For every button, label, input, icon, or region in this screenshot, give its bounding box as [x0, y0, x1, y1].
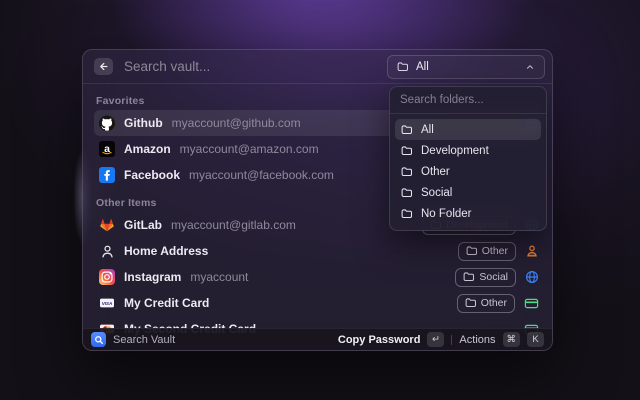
- item-subtitle: myaccount: [190, 270, 248, 284]
- folder-filter-button[interactable]: All: [387, 55, 545, 79]
- search-header: All: [83, 50, 552, 84]
- folder-badge: Social: [455, 268, 516, 287]
- folder-search-input[interactable]: [390, 87, 546, 114]
- cmd-key-badge: ⌘: [503, 332, 521, 347]
- status-bar: Search Vault Copy Password ↵ Actions ⌘ K: [83, 328, 552, 350]
- folder-option[interactable]: All: [395, 119, 541, 140]
- folder-icon: [401, 124, 413, 136]
- amazon-icon: a: [99, 141, 115, 157]
- instagram-icon: [99, 269, 115, 285]
- card-icon: [524, 296, 539, 311]
- search-vault-window: All FavoritesGithubmyaccount@github.coma…: [82, 49, 553, 351]
- folder-option-label: Other: [421, 166, 450, 178]
- folder-dropdown: All Development Other Social No Folder: [389, 86, 547, 231]
- folder-badge: Other: [458, 242, 516, 261]
- folder-option[interactable]: Other: [395, 161, 541, 182]
- folder-filter-value: All: [416, 61, 518, 73]
- search-input[interactable]: [122, 58, 387, 75]
- list-item[interactable]: Instagram myaccount Social: [94, 264, 544, 290]
- folder-badge-label: Other: [481, 297, 507, 309]
- item-title: My Credit Card: [124, 296, 209, 310]
- folder-icon: [397, 61, 409, 73]
- item-subtitle: myaccount@gitlab.com: [171, 218, 296, 232]
- folder-icon: [401, 166, 413, 178]
- back-button[interactable]: [94, 58, 113, 75]
- item-subtitle: myaccount@github.com: [172, 116, 301, 130]
- footer-search-label: Search Vault: [113, 334, 331, 346]
- folder-option[interactable]: No Folder: [395, 203, 541, 224]
- gitlab-icon: [99, 217, 115, 233]
- item-title: Home Address: [124, 244, 208, 258]
- folder-option-label: Development: [421, 145, 489, 157]
- chevron-up-icon: [525, 62, 535, 72]
- k-key-badge: K: [527, 332, 544, 347]
- item-subtitle: myaccount@facebook.com: [189, 168, 334, 182]
- footer-separator: [451, 335, 452, 345]
- list-item[interactable]: Home Address Other: [94, 238, 544, 264]
- copy-password-button[interactable]: Copy Password: [338, 334, 421, 346]
- item-subtitle: myaccount@amazon.com: [180, 142, 319, 156]
- actions-button[interactable]: Actions: [459, 334, 495, 346]
- folder-badge: Other: [457, 294, 515, 313]
- arrow-left-icon: [98, 61, 109, 72]
- enter-key-badge: ↵: [427, 332, 444, 347]
- folder-option[interactable]: Social: [395, 182, 541, 203]
- item-title: Github: [124, 116, 163, 130]
- globe-icon: [525, 270, 539, 284]
- search-launcher-tile: [91, 332, 106, 347]
- visa-icon: VISA: [99, 295, 115, 311]
- search-icon: [94, 335, 104, 345]
- folder-options-list: All Development Other Social No Folder: [390, 114, 546, 230]
- svg-text:VISA: VISA: [102, 301, 112, 306]
- folder-badge-label: Social: [479, 271, 508, 283]
- folder-icon: [466, 245, 478, 257]
- list-item[interactable]: VISA My Credit Card Other: [94, 290, 544, 316]
- facebook-icon: [99, 167, 115, 183]
- folder-badge-label: Other: [482, 245, 508, 257]
- folder-icon: [463, 271, 475, 283]
- folder-icon: [401, 187, 413, 199]
- folder-icon: [465, 297, 477, 309]
- person-orange-icon: [525, 244, 539, 258]
- folder-option-label: Social: [421, 187, 452, 199]
- folder-icon: [401, 208, 413, 220]
- github-icon: [99, 115, 115, 131]
- folder-option-label: All: [421, 124, 434, 136]
- item-title: GitLab: [124, 218, 162, 232]
- item-title: Amazon: [124, 142, 171, 156]
- item-title: Instagram: [124, 270, 181, 284]
- person-icon: [99, 244, 115, 259]
- item-title: Facebook: [124, 168, 180, 182]
- folder-icon: [401, 145, 413, 157]
- folder-option-label: No Folder: [421, 208, 472, 220]
- folder-option[interactable]: Development: [395, 140, 541, 161]
